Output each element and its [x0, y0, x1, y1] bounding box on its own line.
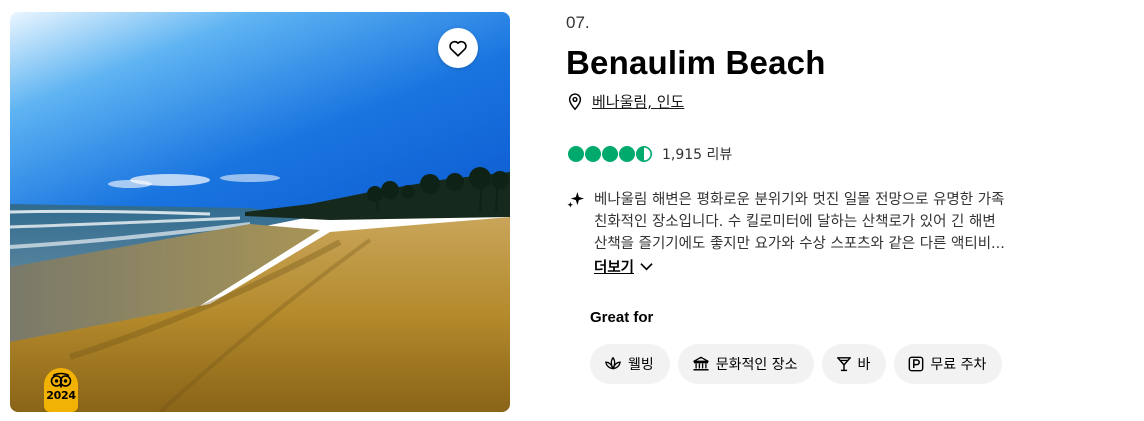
lotus-icon	[605, 356, 621, 370]
rating-bubbles-icon	[568, 146, 653, 162]
great-for-heading: Great for	[590, 309, 654, 326]
badge-year: 2024	[46, 389, 76, 402]
description-line: 산책을 즐기기에도 좋지만 요가와 수상 스포츠와 같은 다른 액티비...	[594, 236, 1005, 252]
read-more-button[interactable]: 더보기	[594, 256, 653, 277]
ai-description: 베나울림 해변은 평화로운 분위기와 멋진 일몰 전망으로 유명한 가족 친화적…	[567, 189, 1087, 277]
review-count[interactable]: 1,915 리뷰	[662, 144, 732, 164]
chip-label: 웰빙	[628, 357, 654, 373]
map-pin-icon	[568, 92, 582, 110]
description-line: 베나울림 해변은 평화로운 분위기와 멋진 일몰 전망으로 유명한 가족	[594, 192, 1005, 208]
beach-image	[10, 12, 510, 412]
read-more-label: 더보기	[594, 260, 635, 276]
location-link[interactable]: 베나울림, 인도	[592, 91, 684, 112]
rating-row[interactable]: 1,915 리뷰	[567, 144, 732, 164]
chip-wellness[interactable]: 웰빙	[590, 344, 670, 384]
rank-number: 07.	[566, 13, 590, 32]
attraction-photo[interactable]: 2024	[10, 12, 510, 412]
location-row: 베나울림, 인도	[567, 91, 684, 112]
owl-icon	[50, 372, 72, 388]
travellers-choice-badge: 2024	[44, 368, 78, 412]
chip-free-parking[interactable]: 무료 주차	[894, 344, 1003, 384]
heart-icon	[449, 40, 467, 57]
description-line: 친화적인 장소입니다. 수 킬로미터에 달하는 산책로가 있어 긴 해변	[594, 214, 996, 230]
ai-sparkle-icon	[567, 191, 584, 208]
chip-bar[interactable]: 바	[821, 344, 887, 384]
chip-label: 문화적인 장소	[715, 357, 798, 373]
attraction-title[interactable]: Benaulim Beach	[566, 44, 826, 82]
museum-icon	[692, 356, 709, 371]
chip-cultural[interactable]: 문화적인 장소	[677, 344, 814, 384]
description-text: 베나울림 해변은 평화로운 분위기와 멋진 일몰 전망으로 유명한 가족 친화적…	[594, 189, 1094, 255]
parking-icon	[909, 356, 924, 372]
save-button[interactable]	[438, 28, 478, 68]
chip-label: 바	[857, 357, 871, 373]
cocktail-icon	[836, 357, 851, 372]
great-for-chips: 웰빙 문화적인 장소 바 무료 주차	[590, 344, 1003, 384]
rating-bubbles	[567, 145, 653, 163]
chip-label: 무료 주차	[930, 357, 987, 373]
chevron-down-icon	[640, 263, 653, 271]
